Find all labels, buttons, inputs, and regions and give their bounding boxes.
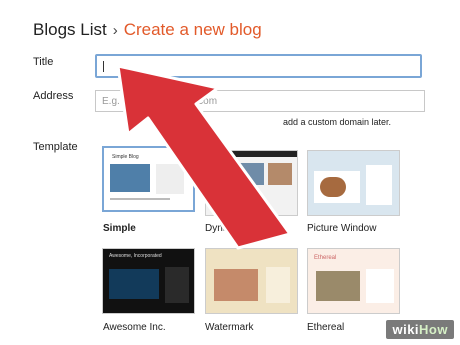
arrow-shape [116, 64, 292, 250]
watermark-prefix: wiki [392, 322, 420, 337]
wikihow-watermark: wikiHow [386, 320, 454, 339]
pointer-arrow-icon [116, 64, 292, 250]
watermark-suffix: How [419, 322, 448, 337]
